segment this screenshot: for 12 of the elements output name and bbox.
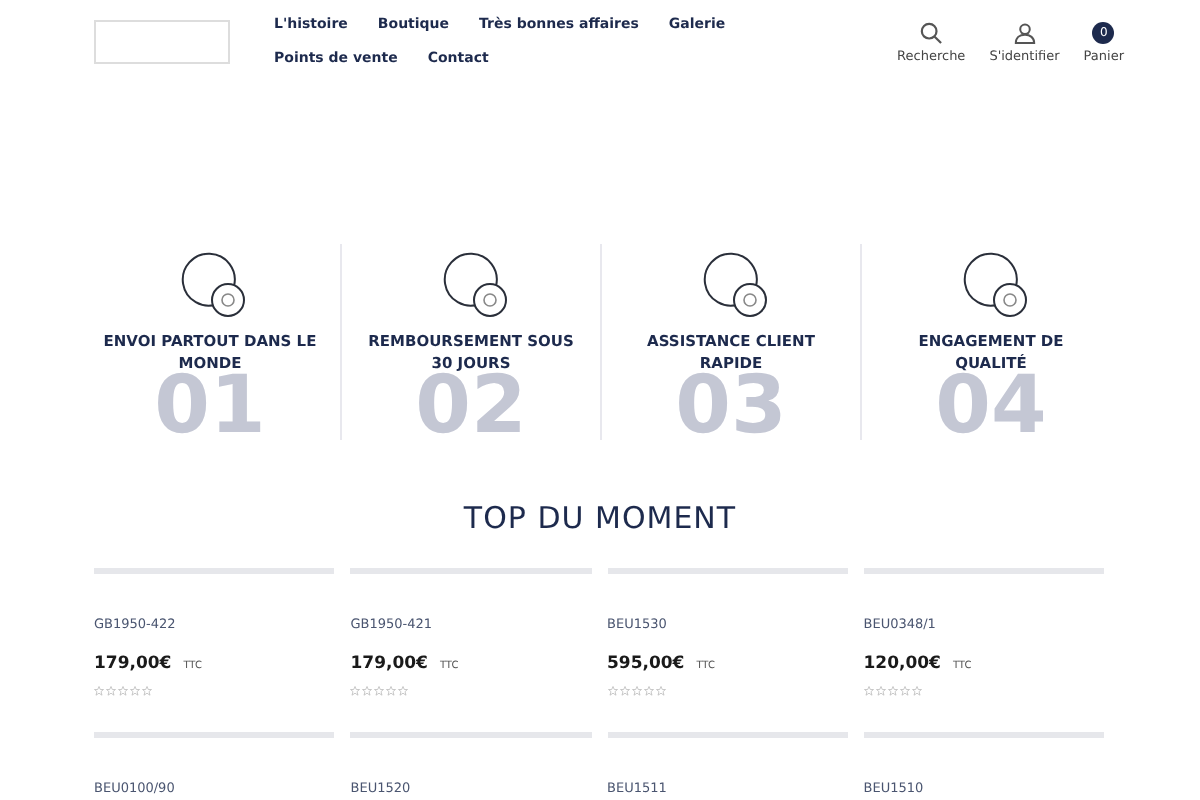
search-icon — [920, 22, 943, 44]
feature-number: 04 — [935, 372, 1047, 440]
product-price: 179,00€ — [94, 654, 172, 674]
product-price: 120,00€ — [863, 654, 941, 674]
logo-placeholder[interactable] — [94, 20, 230, 64]
user-icon — [1013, 22, 1036, 44]
product-price: 179,00€ — [350, 654, 428, 674]
feature-number: 03 — [675, 372, 787, 440]
feature-number: 02 — [415, 372, 527, 440]
feature-number: 01 — [154, 372, 266, 440]
section-title: TOP DU MOMENT — [461, 500, 739, 536]
product-price: 595,00€ — [607, 654, 685, 674]
